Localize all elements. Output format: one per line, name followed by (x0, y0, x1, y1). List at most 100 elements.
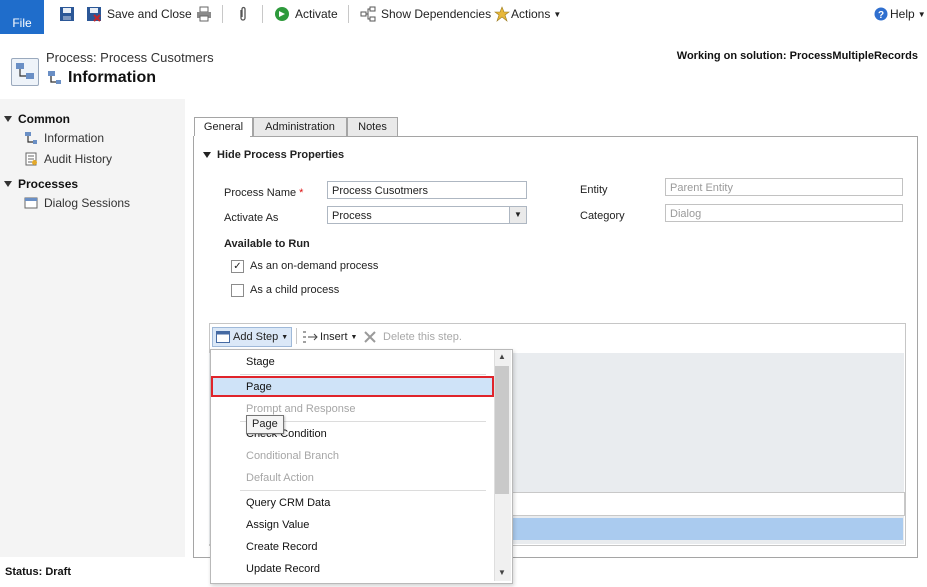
solution-indicator: Working on solution: ProcessMultipleReco… (676, 50, 918, 62)
show-dependencies-label: Show Dependencies (381, 7, 492, 21)
menu-item-create-record[interactable]: Create Record (246, 537, 318, 557)
collapse-triangle-icon (4, 181, 12, 187)
menu-separator (240, 490, 486, 491)
activate-as-select[interactable]: Process ▼ (327, 206, 527, 224)
menu-item-query-crm-data[interactable]: Query CRM Data (246, 493, 330, 513)
add-step-button[interactable]: Add Step ▼ (212, 327, 293, 347)
insert-label: Insert (320, 331, 348, 343)
nav-item-information[interactable]: Information (24, 131, 104, 145)
delete-step-label: Delete this step. (383, 331, 462, 343)
entity-field[interactable]: Parent Entity (665, 178, 903, 196)
process-name-label-text: Process Name (224, 187, 297, 199)
save-and-close-button[interactable]: Save and Close (86, 5, 192, 23)
actions-menu-button[interactable]: Actions ▼ (494, 5, 561, 23)
show-dependencies-button[interactable]: Show Dependencies (360, 5, 491, 23)
nav-item-audit-history[interactable]: Audit History (24, 152, 112, 166)
help-button[interactable]: ? Help ▼ (874, 5, 926, 23)
scrollbar-thumb[interactable] (495, 366, 509, 494)
activate-as-value: Process (332, 210, 372, 222)
nav-group-label: Processes (18, 177, 79, 191)
save-close-icon (86, 6, 102, 22)
insert-icon (302, 330, 318, 344)
chevron-down-icon: ▼ (917, 9, 926, 19)
process-name-label: Process Name * (224, 187, 303, 199)
section-toggle[interactable]: Hide Process Properties (203, 149, 344, 161)
add-step-label: Add Step (233, 331, 279, 343)
paperclip-icon (235, 6, 251, 22)
file-button[interactable]: File (0, 0, 44, 34)
nav-group-common[interactable]: Common (0, 112, 70, 126)
tab-notes[interactable]: Notes (347, 117, 398, 138)
help-label: Help (890, 7, 915, 21)
menu-item-default-action[interactable]: Default Action (246, 468, 314, 488)
status-text: Status: Draft (5, 566, 72, 578)
nav-item-label: Information (44, 131, 105, 145)
scroll-up-arrow-icon[interactable]: ▲ (495, 350, 509, 364)
required-indicator: * (299, 187, 304, 199)
page-title-text: Information (68, 69, 156, 86)
collapse-triangle-icon (203, 152, 211, 158)
menu-item-page[interactable]: Page (246, 377, 272, 397)
page-title: Information (46, 69, 156, 87)
insert-button[interactable]: Insert ▼ (302, 329, 357, 345)
svg-text:?: ? (878, 10, 884, 21)
left-navigation (0, 99, 185, 557)
chevron-down-icon: ▼ (281, 333, 289, 341)
step-row-selected[interactable] (507, 518, 903, 540)
audit-history-icon (24, 152, 38, 166)
delete-step-button[interactable]: Delete this step. (363, 329, 462, 345)
menu-item-conditional-branch[interactable]: Conditional Branch (246, 446, 339, 466)
process-name-field[interactable]: Process Cusotmers (327, 181, 527, 199)
add-step-icon (216, 331, 230, 343)
step-row[interactable] (507, 492, 905, 516)
help-icon: ? (874, 7, 888, 21)
toolbar-divider (296, 328, 297, 344)
tooltip: Page (246, 415, 284, 434)
print-icon (196, 6, 212, 22)
nav-item-label: Audit History (44, 152, 113, 166)
menu-separator (240, 374, 486, 375)
toolbar-divider (222, 5, 223, 23)
on-demand-label: As an on-demand process (250, 260, 379, 272)
section-title: Hide Process Properties (217, 149, 345, 161)
dropdown-arrow-icon: ▼ (509, 207, 526, 223)
category-field[interactable]: Dialog (665, 204, 903, 222)
active-tab-joiner (194, 136, 250, 138)
delete-icon (363, 330, 377, 344)
dependencies-icon (360, 6, 376, 22)
entity-label: Entity (580, 184, 608, 196)
actions-label: Actions (511, 7, 551, 21)
tab-administration[interactable]: Administration (253, 117, 347, 138)
child-process-checkbox[interactable] (231, 284, 244, 297)
save-icon (59, 6, 75, 22)
print-button[interactable] (196, 5, 217, 23)
menu-item-stage[interactable]: Stage (246, 352, 275, 372)
scroll-down-arrow-icon[interactable]: ▼ (495, 566, 509, 580)
toolbar-divider (262, 5, 263, 23)
nav-group-label: Common (18, 112, 70, 126)
save-and-close-label: Save and Close (107, 7, 192, 21)
activate-label: Activate (295, 7, 338, 21)
on-demand-checkbox[interactable]: ✓ (231, 260, 244, 273)
nav-item-dialog-sessions[interactable]: Dialog Sessions (24, 196, 130, 210)
information-form-icon (24, 131, 38, 145)
activate-button[interactable]: Activate (274, 5, 338, 23)
chevron-down-icon: ▼ (553, 9, 562, 19)
process-icon (11, 58, 39, 86)
record-type-subtitle: Process: Process Cusotmers (46, 50, 214, 65)
collapse-triangle-icon (4, 116, 12, 122)
attach-button[interactable] (235, 5, 256, 23)
nav-item-label: Dialog Sessions (44, 196, 131, 210)
activate-as-label: Activate As (224, 212, 279, 224)
child-process-label: As a child process (250, 284, 340, 296)
menu-item-update-record[interactable]: Update Record (246, 559, 320, 579)
category-label: Category (580, 210, 625, 222)
activate-icon (274, 6, 290, 22)
nav-group-processes[interactable]: Processes (0, 177, 78, 191)
toolbar-divider (348, 5, 349, 23)
available-to-run-label: Available to Run (224, 238, 310, 250)
menu-item-assign-value[interactable]: Assign Value (246, 515, 309, 535)
information-form-icon (46, 70, 62, 86)
save-button[interactable] (59, 5, 80, 23)
actions-icon (494, 6, 510, 22)
